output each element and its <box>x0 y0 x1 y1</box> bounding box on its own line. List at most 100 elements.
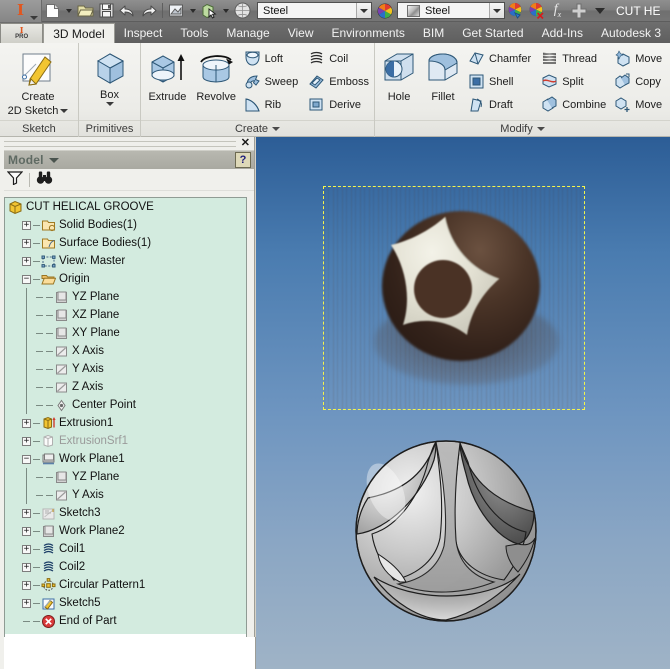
tree-item-coil1[interactable]: + Coil1 <box>5 540 246 558</box>
tree-item-end-of-part[interactable]: End of Part <box>5 612 246 630</box>
tab-get-started[interactable]: Get Started <box>453 23 532 43</box>
shell-button[interactable]: Shell <box>465 70 534 93</box>
tree-expander[interactable]: − <box>20 270 33 288</box>
split-button[interactable]: Split <box>538 70 609 93</box>
tree-item-y-axis[interactable]: Y Axis <box>5 486 246 504</box>
move-bodies-button[interactable]: Move <box>611 93 665 116</box>
tree-item-y-axis[interactable]: Y Axis <box>5 360 246 378</box>
browser-title-bar[interactable]: Model ? <box>0 150 254 169</box>
tree-expander[interactable]: + <box>20 252 33 270</box>
tab-manage[interactable]: Manage <box>217 23 278 43</box>
tree-item-x-axis[interactable]: X Axis <box>5 342 246 360</box>
tree-item-extrusion1[interactable]: + Extrusion1 <box>5 414 246 432</box>
tab-add-ins[interactable]: Add-Ins <box>533 23 592 43</box>
tab-view[interactable]: View <box>279 23 323 43</box>
plus-icon[interactable] <box>568 1 589 21</box>
rib-button[interactable]: Rib <box>241 93 302 116</box>
tree-expander[interactable]: + <box>20 558 33 576</box>
material-sphere-icon[interactable] <box>232 1 253 21</box>
chevron-down-icon[interactable] <box>489 3 504 18</box>
chevron-down-icon[interactable] <box>66 8 72 13</box>
chevron-down-icon[interactable] <box>105 102 114 106</box>
binoculars-find-icon[interactable] <box>36 170 53 190</box>
tree-item-origin[interactable]: − Origin <box>5 270 246 288</box>
material-combo[interactable]: Steel <box>257 2 372 19</box>
tree-expander[interactable]: + <box>20 540 33 558</box>
tree-item-xz-plane[interactable]: XZ Plane <box>5 306 246 324</box>
application-menu-button[interactable]: I <box>0 0 42 22</box>
chevron-down-icon[interactable] <box>356 3 371 18</box>
tab-inspect[interactable]: Inspect <box>115 23 172 43</box>
copy-object-button[interactable]: Copy <box>611 70 665 93</box>
tab-environments[interactable]: Environments <box>323 23 414 43</box>
derive-button[interactable]: Derive <box>305 93 372 116</box>
chevron-down-icon[interactable] <box>223 8 229 13</box>
chevron-down-icon[interactable] <box>536 127 545 131</box>
create-2d-sketch-button[interactable]: Create 2D Sketch <box>2 46 74 117</box>
draft-button[interactable]: Draft <box>465 93 534 116</box>
tab-tools[interactable]: Tools <box>171 23 217 43</box>
tree-item-work-plane2[interactable]: + Work Plane2 <box>5 522 246 540</box>
help-icon[interactable]: ? <box>235 152 251 168</box>
adjust-material-icon[interactable] <box>374 1 395 21</box>
tree-item-solid-bodies-1[interactable]: + Solid Bodies(1) <box>5 216 246 234</box>
hole-button[interactable]: Hole <box>377 46 421 103</box>
chevron-down-icon[interactable] <box>272 127 281 131</box>
color-wheel-paint-icon[interactable] <box>505 1 526 21</box>
thread-button[interactable]: Thread <box>538 47 609 70</box>
fx-parameters-icon[interactable]: fx <box>547 1 568 21</box>
tree-item-xy-plane[interactable]: XY Plane <box>5 324 246 342</box>
sphere-with-helical-groove[interactable] <box>348 434 544 628</box>
appearance-combo[interactable]: Steel <box>397 2 505 19</box>
tree-expander[interactable]: − <box>20 450 33 468</box>
chevron-down-icon[interactable] <box>48 157 59 163</box>
save-document-button[interactable] <box>96 1 117 21</box>
panel-label-create[interactable]: Create <box>141 120 374 137</box>
tree-expander[interactable]: + <box>20 594 33 612</box>
chevron-down-icon[interactable] <box>190 8 196 13</box>
revolve-button[interactable]: Revolve <box>192 46 241 103</box>
tree-item-z-axis[interactable]: Z Axis <box>5 378 246 396</box>
move-face-button[interactable]: Move <box>611 47 665 70</box>
tree-expander[interactable]: + <box>20 234 33 252</box>
filter-funnel-icon[interactable] <box>6 170 24 190</box>
close-icon[interactable]: ✕ <box>241 137 250 150</box>
update-button[interactable] <box>166 1 187 21</box>
undo-button[interactable] <box>117 1 138 21</box>
tree-item-circular-pattern1[interactable]: + Circular Pattern1 <box>5 576 246 594</box>
new-document-button[interactable] <box>42 1 63 21</box>
tree-item-sketch3[interactable]: + Sketch3 <box>5 504 246 522</box>
coil-button[interactable]: Coil <box>305 47 372 70</box>
tab-bim[interactable]: BIM <box>414 23 453 43</box>
browser-drag-handle[interactable]: ✕ <box>0 137 254 150</box>
extrude-button[interactable]: Extrude <box>143 46 192 103</box>
tab-3d-model[interactable]: 3D Model <box>43 23 115 43</box>
graphics-viewport[interactable] <box>256 137 670 669</box>
customize-qat-button[interactable] <box>589 1 610 21</box>
tree-expander[interactable]: + <box>20 216 33 234</box>
tree-item-yz-plane[interactable]: YZ Plane <box>5 468 246 486</box>
sweep-button[interactable]: Sweep <box>241 70 302 93</box>
color-wheel-clear-icon[interactable] <box>526 1 547 21</box>
chevron-down-icon[interactable] <box>60 108 69 113</box>
tree-item-work-plane1[interactable]: − Work Plane1 <box>5 450 246 468</box>
tree-expander[interactable]: + <box>20 432 33 450</box>
tab-autodesk-360[interactable]: Autodesk 3 <box>592 23 670 43</box>
tree-expander[interactable]: + <box>20 414 33 432</box>
tree-item-sketch5[interactable]: + Sketch5 <box>5 594 246 612</box>
tree-item-surface-bodies-1[interactable]: + Surface Bodies(1) <box>5 234 246 252</box>
open-document-button[interactable] <box>75 1 96 21</box>
tree-item-extrusionsrf1[interactable]: + ExtrusionSrf1 <box>5 432 246 450</box>
tree-item-view-master[interactable]: + View: Master <box>5 252 246 270</box>
tree-item-center-point[interactable]: Center Point <box>5 396 246 414</box>
tree-expander[interactable]: + <box>20 504 33 522</box>
select-button[interactable] <box>199 1 220 21</box>
tree-item-coil2[interactable]: + Coil2 <box>5 558 246 576</box>
combine-button[interactable]: Combine <box>538 93 609 116</box>
loft-button[interactable]: Loft <box>241 47 302 70</box>
tree-expander[interactable]: + <box>20 576 33 594</box>
tree-item-cut-helical-groove[interactable]: CUT HELICAL GROOVE <box>5 198 246 216</box>
redo-button[interactable] <box>138 1 159 21</box>
box-button[interactable]: Box <box>81 46 138 106</box>
tree-item-yz-plane[interactable]: YZ Plane <box>5 288 246 306</box>
